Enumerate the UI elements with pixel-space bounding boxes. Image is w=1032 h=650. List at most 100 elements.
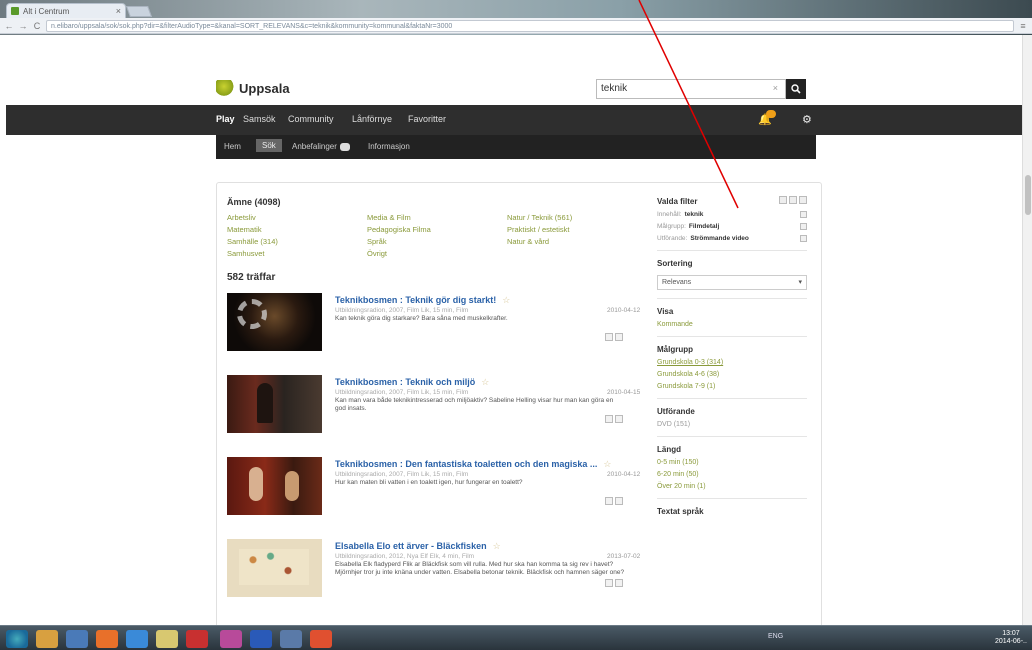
audience-link[interactable]: Grundskola 4-6 (38)	[657, 371, 807, 378]
audience-link[interactable]: Grundskola 0-3 (314)	[657, 359, 807, 366]
add-icon[interactable]	[615, 497, 623, 505]
back-icon[interactable]: ←	[4, 21, 14, 31]
result-meta: Utbildningsradion, 2007, Film Lik, 15 mi…	[335, 389, 469, 396]
facet-link[interactable]: Samhusvet	[227, 249, 367, 258]
facet-link[interactable]: Arbetsliv	[227, 213, 367, 222]
video-thumbnail[interactable]	[227, 457, 322, 515]
site-logo[interactable]: Uppsala	[216, 80, 290, 96]
result-title-link[interactable]: Teknikbosmen : Teknik och miljö ☆	[335, 377, 489, 388]
play-icon[interactable]	[605, 333, 613, 341]
facet-link[interactable]: Natur / Teknik (561)	[507, 213, 647, 222]
folder-icon[interactable]	[156, 630, 178, 648]
result-title-link[interactable]: Teknikbosmen : Teknik gör dig starkt! ☆	[335, 295, 510, 306]
result-item: Teknikbosmen : Teknik gör dig starkt! ☆ U…	[227, 293, 641, 365]
browser-tab[interactable]: Alt i Centrum ×	[6, 3, 126, 18]
scrollbar-thumb[interactable]	[1025, 175, 1031, 215]
subnav-item-hem[interactable]: Hem	[224, 142, 241, 151]
filter-row: Innehåll: teknik	[657, 211, 807, 218]
nav-item-community[interactable]: Community	[288, 114, 334, 124]
audience-section: Målgrupp Grundskola 0-3 (314) Grundskola…	[657, 336, 807, 398]
video-thumbnail[interactable]	[227, 375, 322, 433]
nav-item-favoritter[interactable]: Favoritter	[408, 114, 446, 124]
facet-link[interactable]: Språk	[367, 237, 507, 246]
search-button[interactable]	[786, 79, 806, 99]
app-icon[interactable]	[220, 630, 242, 648]
length-link[interactable]: Över 20 min (1)	[657, 483, 807, 490]
result-actions	[605, 333, 623, 341]
length-link[interactable]: 0-5 min (150)	[657, 459, 807, 466]
selected-filters: Valda filter Innehåll: teknik Målgrupp: Fi…	[657, 196, 807, 250]
format-link[interactable]: DVD (151)	[657, 421, 807, 428]
play-icon[interactable]	[605, 415, 613, 423]
forward-icon[interactable]: →	[18, 21, 28, 31]
filter-row: Målgrupp: Filmdetalj	[657, 223, 807, 230]
facet-link[interactable]: Pedagogiska Filma	[367, 225, 507, 234]
video-thumbnail[interactable]	[227, 293, 322, 351]
sort-heading: Sortering	[657, 259, 693, 268]
ie-icon[interactable]	[126, 630, 148, 648]
save-icon[interactable]	[789, 196, 797, 204]
nav-item-samsok[interactable]: Samsök	[243, 114, 276, 124]
result-title-link[interactable]: Teknikbosmen : Den fantastiska toaletten…	[335, 459, 611, 470]
favorite-star-icon[interactable]: ☆	[603, 459, 611, 469]
search-clear-icon[interactable]: ×	[773, 83, 778, 93]
favorite-star-icon[interactable]: ☆	[481, 377, 489, 387]
favicon-icon	[11, 7, 19, 15]
audience-link[interactable]: Grundskola 7-9 (1)	[657, 383, 807, 390]
filters-heading-label: Valda filter	[657, 197, 698, 206]
add-icon[interactable]	[615, 579, 623, 587]
subnav-item-sok[interactable]: Sök	[256, 139, 282, 152]
browser-toolbar: ← → C n.elibaro/uppsala/sok/sok.php?dir=…	[0, 18, 1032, 34]
vertical-scrollbar[interactable]	[1022, 35, 1032, 625]
filter-label: Innehåll:	[657, 211, 682, 218]
gear-icon[interactable]: ⚙	[802, 113, 812, 126]
clear-icon[interactable]	[799, 196, 807, 204]
subnav-item-anbefalinger[interactable]: Anbefalinger	[292, 142, 350, 151]
filters-heading: Valda filter	[657, 196, 807, 206]
show-link[interactable]: Kommande	[657, 321, 807, 328]
facet-link[interactable]: Övrigt	[367, 249, 507, 258]
facet-link[interactable]: Natur & vård	[507, 237, 647, 246]
word-icon[interactable]	[250, 630, 272, 648]
address-bar[interactable]: n.elibaro/uppsala/sok/sok.php?dir=&filte…	[46, 19, 1014, 32]
favorite-star-icon[interactable]: ☆	[502, 295, 510, 305]
chrome-icon[interactable]	[310, 630, 332, 648]
result-title: Teknikbosmen : Teknik och miljö	[335, 377, 476, 387]
favorite-star-icon[interactable]: ☆	[493, 541, 501, 551]
play-icon[interactable]	[605, 579, 613, 587]
reload-icon[interactable]: C	[32, 21, 42, 31]
start-button-icon[interactable]	[6, 630, 28, 648]
nav-item-lanfornye[interactable]: Lånförnye	[352, 114, 392, 124]
page-viewport: Uppsala teknik × Play Samsök Community L…	[0, 35, 1022, 625]
nav-item-play[interactable]: Play	[216, 114, 235, 124]
count-badge	[339, 142, 350, 151]
play-icon[interactable]	[605, 497, 613, 505]
remove-filter-icon[interactable]	[800, 235, 807, 242]
add-icon[interactable]	[615, 415, 623, 423]
length-link[interactable]: 6-20 min (50)	[657, 471, 807, 478]
result-title-link[interactable]: Elsabella Elo ett ärver - Bläckfisken ☆	[335, 541, 501, 552]
site-header: Uppsala	[0, 35, 1022, 105]
sort-select[interactable]: Relevans ▾	[657, 275, 807, 290]
video-thumbnail[interactable]	[227, 539, 322, 597]
facet-link[interactable]: Matematik	[227, 225, 367, 234]
network-icon[interactable]	[280, 630, 302, 648]
new-tab-button[interactable]	[125, 6, 153, 17]
add-icon[interactable]	[615, 333, 623, 341]
taskbar-clock[interactable]: 13:07 2014-06-..	[995, 630, 1027, 646]
firefox-icon[interactable]	[96, 630, 118, 648]
media-icon[interactable]	[66, 630, 88, 648]
facet-link[interactable]: Media & Film	[367, 213, 507, 222]
facet-link[interactable]: Samhälle (314)	[227, 237, 367, 246]
explorer-icon[interactable]	[36, 630, 58, 648]
remove-filter-icon[interactable]	[800, 223, 807, 230]
filezilla-icon[interactable]	[186, 630, 208, 648]
remove-filter-icon[interactable]	[800, 211, 807, 218]
subnav-item-informasjon[interactable]: Informasjon	[368, 142, 410, 151]
facet-link[interactable]: Praktiskt / estetiskt	[507, 225, 647, 234]
system-tray[interactable]: ENG	[768, 633, 783, 640]
menu-icon[interactable]: ≡	[1018, 21, 1028, 31]
tab-close-icon[interactable]: ×	[116, 6, 121, 16]
collapse-icon[interactable]	[779, 196, 787, 204]
search-input[interactable]: teknik	[596, 79, 786, 99]
